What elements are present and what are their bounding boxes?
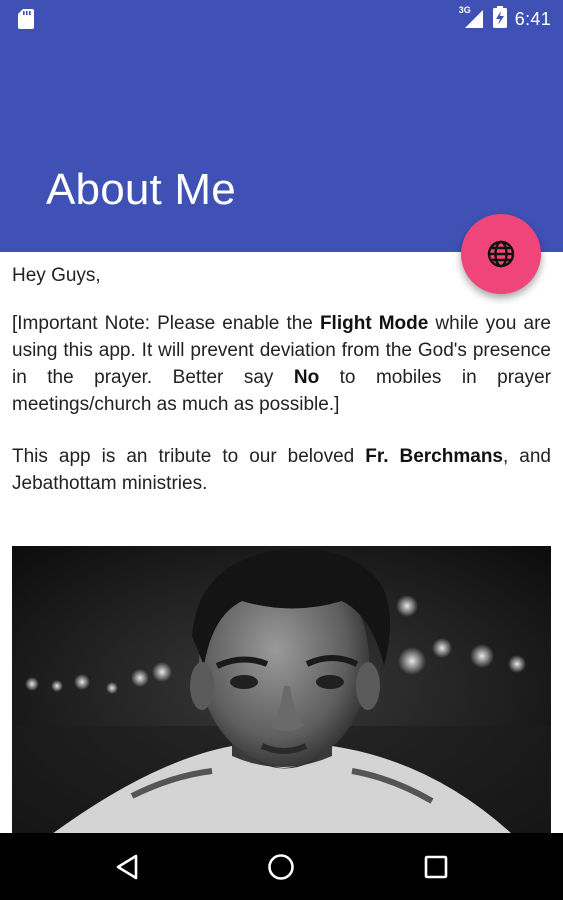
profile-photo xyxy=(12,546,551,834)
status-time: 6:41 xyxy=(514,8,551,29)
recents-button[interactable] xyxy=(420,851,452,883)
note-bold-no: No xyxy=(293,367,320,388)
web-fab-button[interactable] xyxy=(461,214,541,294)
page-title: About Me xyxy=(46,165,236,214)
status-bar: 3G 6:41 xyxy=(0,0,563,38)
navigation-bar xyxy=(0,833,563,900)
battery-icon xyxy=(492,5,507,33)
about-content: Hey Guys, [Important Note: Please enable… xyxy=(12,262,551,497)
home-icon xyxy=(268,854,294,880)
signal-icon: 3G xyxy=(459,5,485,30)
tribute-text-1: This app is an tribute to our beloved xyxy=(12,446,366,467)
important-note-text: [Important Note: Please enable the Fligh… xyxy=(12,310,551,418)
tribute-text: This app is an tribute to our beloved Fr… xyxy=(12,443,551,497)
tribute-bold-name: Fr. Berchmans xyxy=(365,446,503,467)
note-bold-flight-mode: Flight Mode xyxy=(319,313,429,334)
back-button[interactable] xyxy=(112,851,144,883)
sd-card-icon xyxy=(18,9,34,34)
home-button[interactable] xyxy=(265,851,297,883)
globe-icon xyxy=(487,240,515,268)
note-text-1: [Important Note: Please enable the xyxy=(12,313,320,334)
recents-icon xyxy=(424,855,448,879)
back-icon xyxy=(116,854,138,880)
